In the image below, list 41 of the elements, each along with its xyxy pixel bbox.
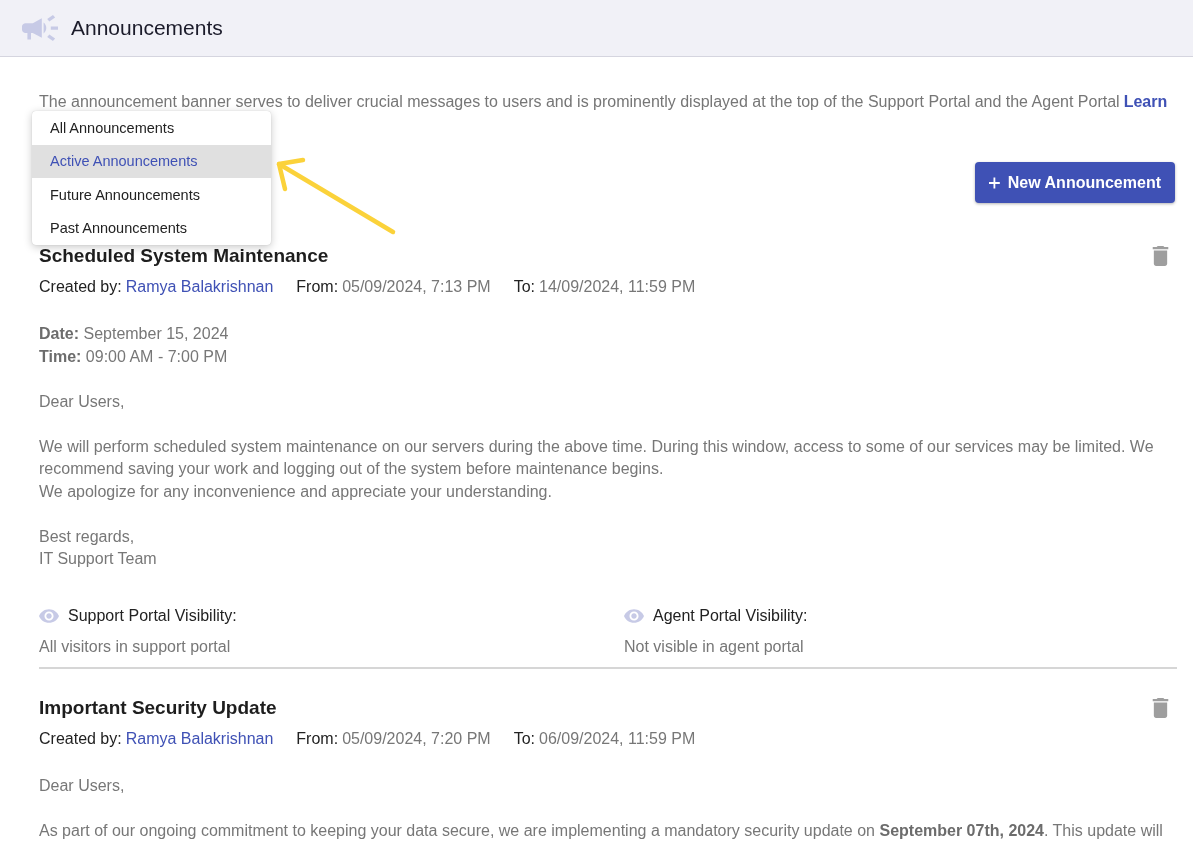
to-label: To: [513,278,536,295]
visibility-label: Agent Portal Visibility: [653,605,808,626]
menu-item[interactable]: Active Announcements [32,144,271,178]
body-text: Best regards, [39,526,136,547]
to-date: 14/09/2024, 11:59 PM [539,278,696,295]
author-link[interactable]: Ramya Balakrishnan [125,729,274,747]
from-label: From: [296,729,339,747]
menu-item[interactable]: Future Announcements [32,178,271,212]
body-text: We will perform scheduled system maintenance on our servers during the above time. During this window, access to some of our services may be limited. We recommend saving your work and logging out of the system before maintenance begins. [39,436,1155,479]
eye-icon [624,608,644,623]
announcement-title: Scheduled System Maintenance [39,244,329,268]
plus-icon [989,176,1000,189]
body-text: Date: September 15, 2024 [39,324,230,344]
body-text: Dear Users, [39,391,126,412]
from-label: From: [296,278,339,295]
megaphone-icon [22,15,58,41]
created-by-label: Created by: [39,278,122,295]
author-link[interactable]: Ramya Balakrishnan [125,278,274,295]
visibility-value: Not visible in agent portal [624,636,805,657]
eye-icon [39,608,59,623]
menu-item[interactable]: Past Announcements [32,211,271,245]
from-date: 05/09/2024, 7:13 PM [342,278,491,295]
learn-link[interactable]: Learn [1123,93,1168,110]
trash-icon[interactable] [1152,246,1169,266]
page-title: Announcements [71,16,223,40]
visibility-value: All visitors in support portal [39,636,232,657]
body-text: We apologize for any inconvenience and appreciate your understanding. [39,481,553,502]
trash-icon[interactable] [1152,697,1169,718]
body-text: Dear Users, [39,775,126,796]
body-text: IT Support Team [39,549,158,569]
visibility-label: Support Portal Visibility: [68,605,237,626]
from-date: 05/09/2024, 7:20 PM [342,729,491,747]
intro-text: The announcement banner serves to deliver crucial messages to users and is prominently displayed at the top of the Support Portal and the Agent Portal Learn [39,92,1169,112]
new-announcement-button[interactable]: New Announcement [975,162,1175,203]
to-label: To: [513,729,536,747]
to-date: 06/09/2024, 11:59 PM [539,729,696,747]
body-text: Time: 09:00 AM - 7:00 PM [39,346,229,367]
created-by-label: Created by: [39,729,122,747]
menu-item[interactable]: All Announcements [32,111,271,145]
body-text: As part of our ongoing commitment to keeping your data secure, we are implementing a mandatory security update on September 07th, 2024. This update will [39,820,1164,841]
announcement-title: Important Security Update [39,695,277,720]
